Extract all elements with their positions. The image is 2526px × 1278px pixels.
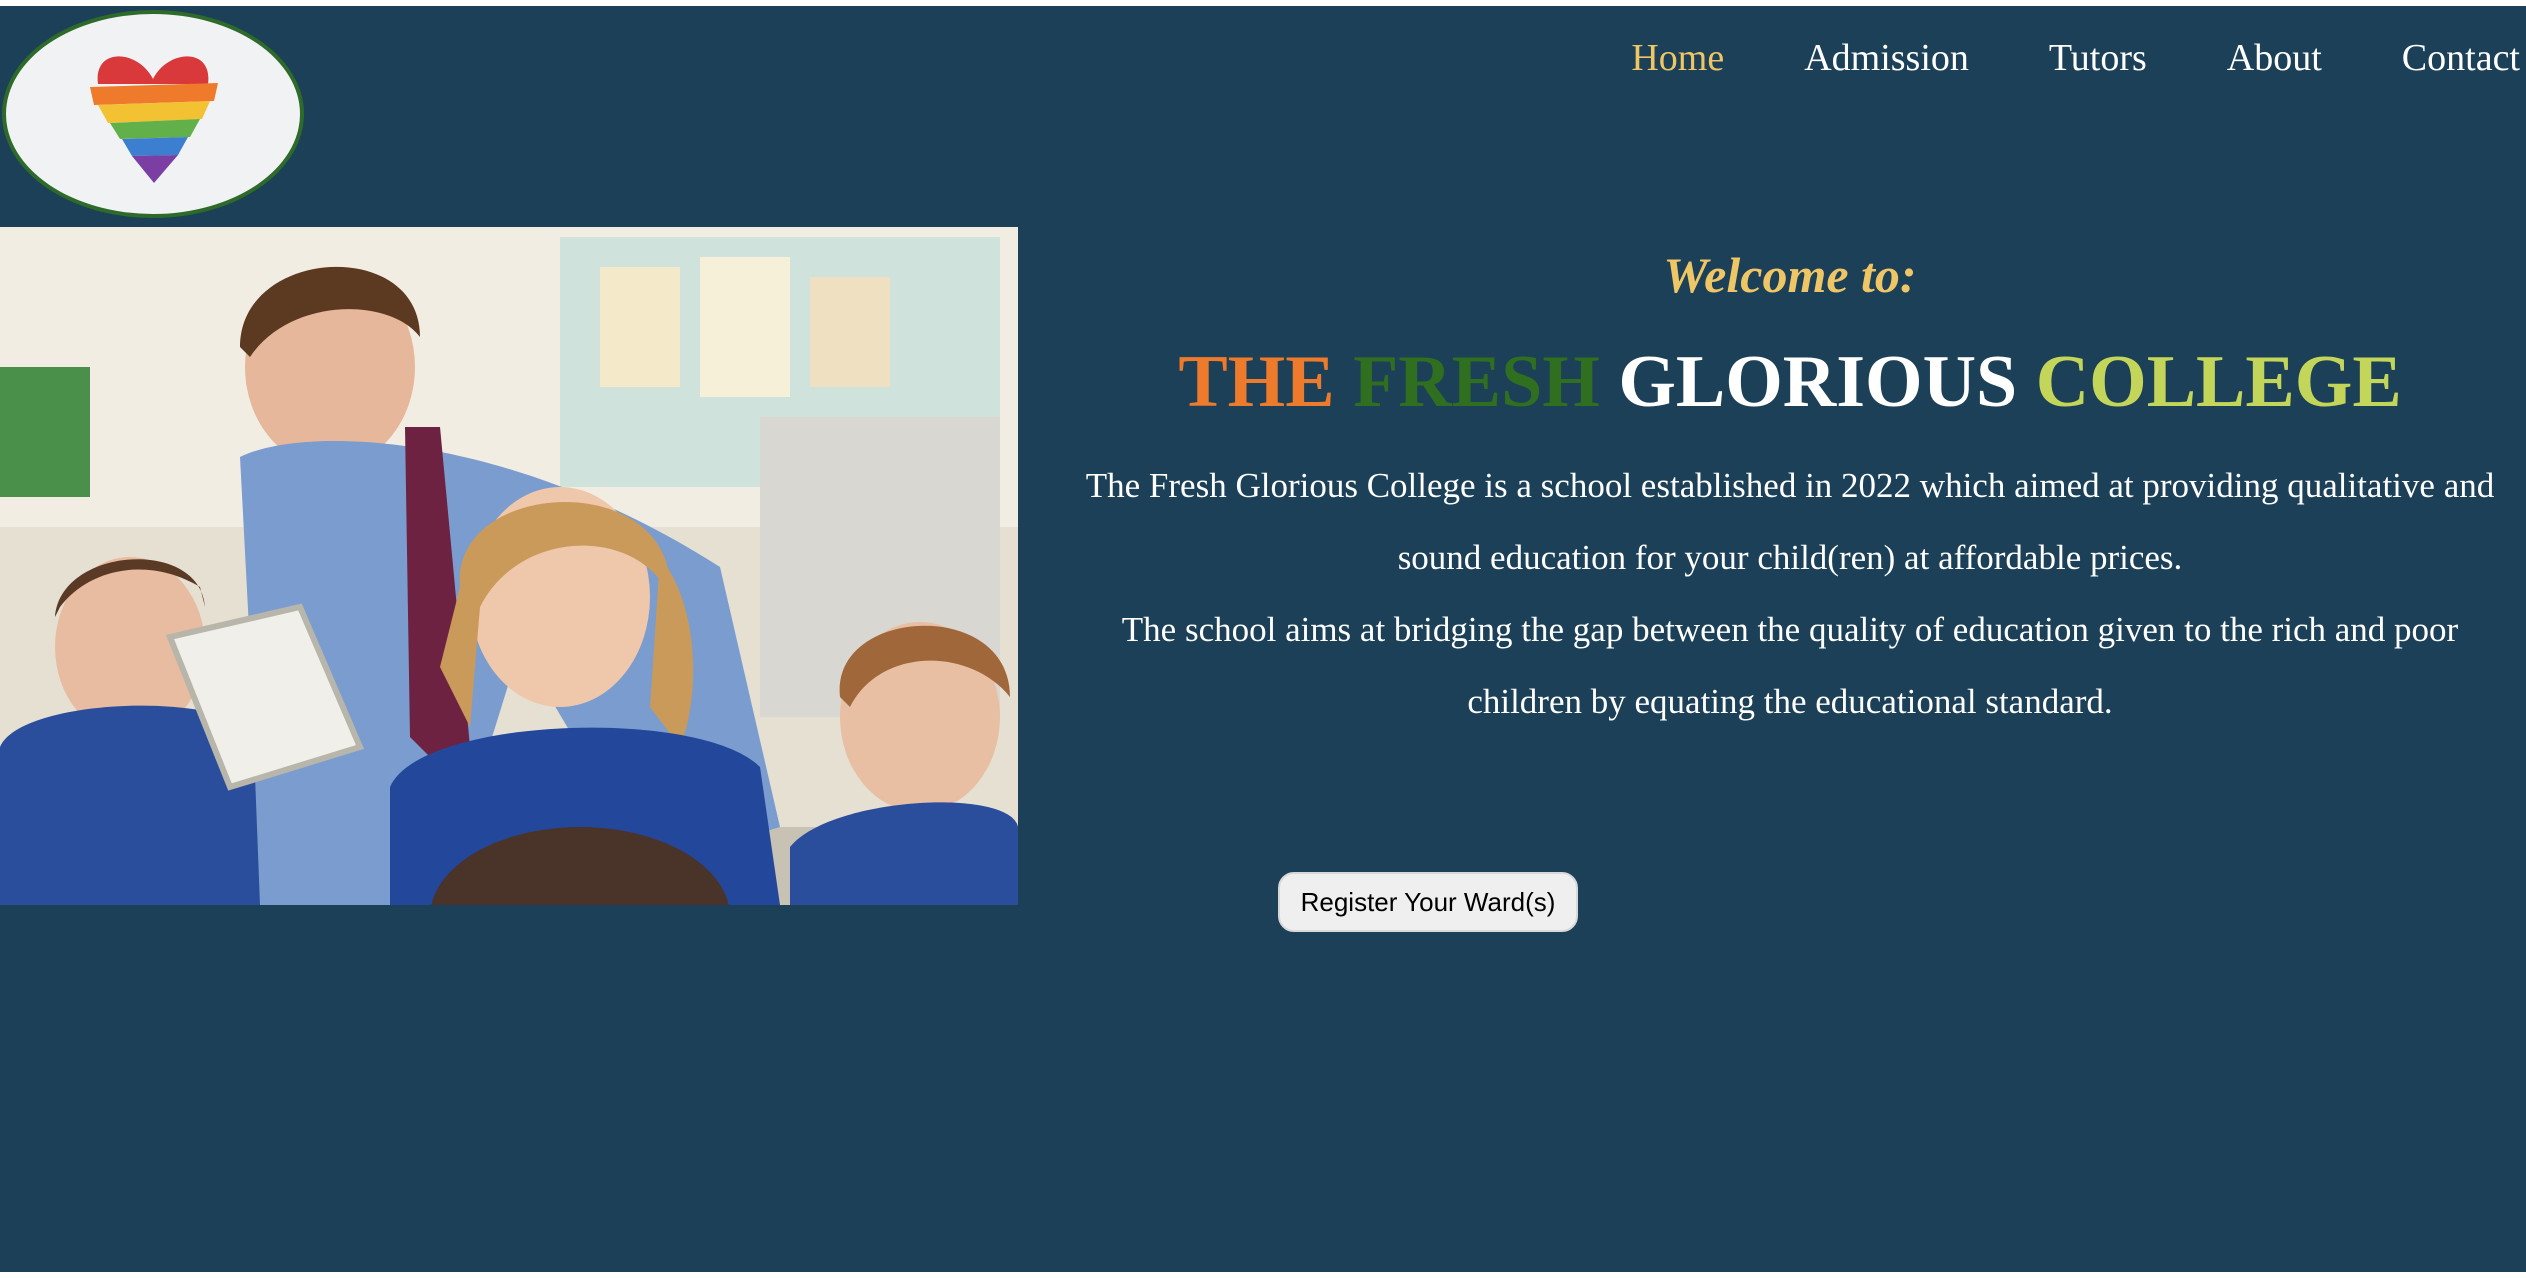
school-logo[interactable] (2, 10, 304, 218)
title-word-the: THE (1178, 341, 1335, 423)
nav-tutors[interactable]: Tutors (2049, 36, 2147, 80)
nav-admission[interactable]: Admission (1804, 36, 1969, 80)
intro-paragraph: The Fresh Glorious College is a school e… (1085, 466, 2495, 577)
nav-about[interactable]: About (2227, 36, 2322, 80)
intro-paragraph: The school aims at bridging the gap betw… (1121, 610, 2459, 721)
nav-contact[interactable]: Contact (2402, 36, 2520, 80)
rainbow-heart-icon (90, 56, 218, 183)
main-nav: Home Admission Tutors About Contact (1631, 36, 2520, 80)
title-word-glorious: GLORIOUS (1618, 341, 2018, 423)
page: Home Admission Tutors About Contact Welc… (0, 6, 2526, 1272)
title-word-fresh: FRESH (1353, 341, 1600, 423)
title-word-college: COLLEGE (2035, 341, 2402, 423)
nav-home[interactable]: Home (1631, 36, 1724, 80)
classroom-photo (0, 227, 1018, 905)
college-title: THE FRESH GLORIOUS COLLEGE (1040, 340, 2526, 425)
register-ward-button[interactable]: Register Your Ward(s) (1278, 872, 1578, 932)
welcome-heading: Welcome to: (1663, 247, 1917, 303)
intro-text: The Fresh Glorious College is a school e… (1080, 450, 2500, 738)
